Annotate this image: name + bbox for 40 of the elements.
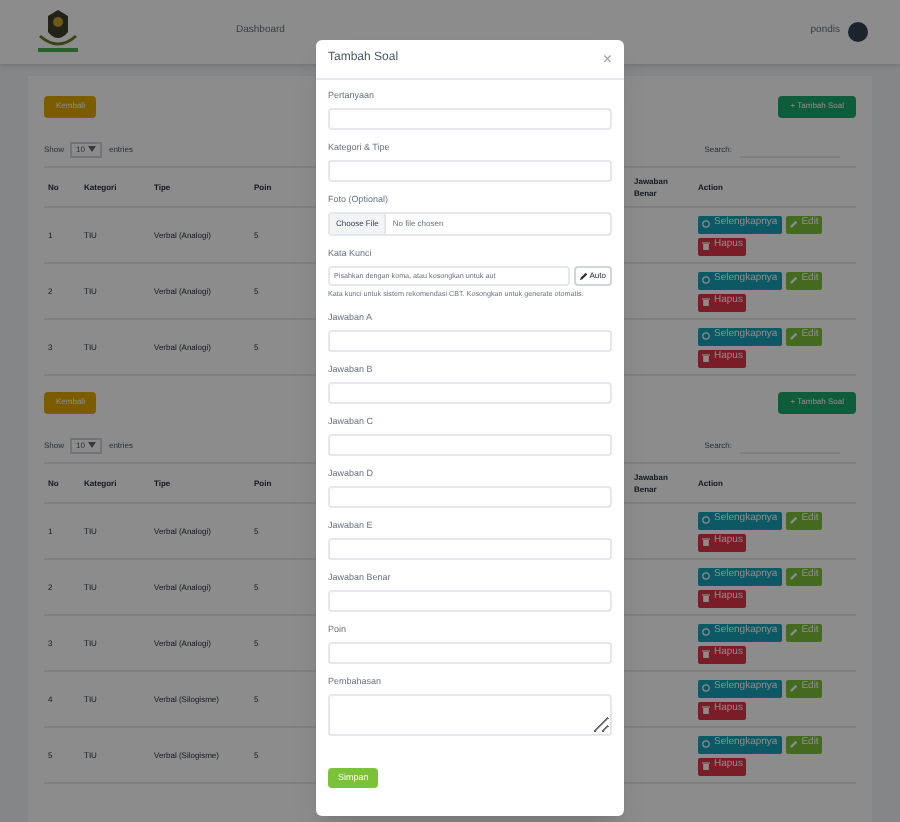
info-icon: [702, 332, 710, 340]
pencil-icon: [789, 516, 798, 524]
logo-icon: [32, 8, 84, 56]
input-field[interactable]: [328, 330, 612, 352]
input-field[interactable]: [328, 538, 612, 560]
trash-icon: [702, 354, 710, 362]
info-icon: [702, 572, 710, 580]
input-field[interactable]: [328, 108, 612, 130]
pencil-icon: [789, 740, 798, 748]
info-icon: [702, 628, 710, 636]
trash-icon: [702, 762, 710, 770]
pencil-icon: [579, 272, 588, 280]
pencil-icon: [789, 628, 798, 636]
trash-icon: [702, 706, 710, 714]
input-field[interactable]: [328, 642, 612, 664]
input-field[interactable]: [328, 434, 612, 456]
pencil-icon: [789, 276, 798, 284]
info-icon: [702, 220, 710, 228]
trash-icon: [702, 298, 710, 306]
input-field[interactable]: [328, 160, 612, 182]
text-area[interactable]: [328, 694, 612, 736]
caret-icon: [88, 146, 97, 152]
info-icon: [702, 276, 710, 284]
pencil-icon: [789, 220, 798, 228]
trash-icon: [702, 594, 710, 602]
caret-icon: [88, 442, 97, 448]
close-button[interactable]: ×: [602, 51, 612, 67]
input-field[interactable]: [328, 382, 612, 404]
pencil-icon: [789, 684, 798, 692]
input-field[interactable]: [328, 486, 612, 508]
info-icon: [702, 516, 710, 524]
pencil-icon: [789, 332, 798, 340]
avatar-icon[interactable]: [848, 22, 868, 42]
info-icon: [702, 684, 710, 692]
trash-icon: [702, 242, 710, 250]
input-field[interactable]: [328, 590, 612, 612]
trash-icon: [702, 538, 710, 546]
pencil-icon: [789, 572, 798, 580]
trash-icon: [702, 650, 710, 658]
info-icon: [702, 740, 710, 748]
